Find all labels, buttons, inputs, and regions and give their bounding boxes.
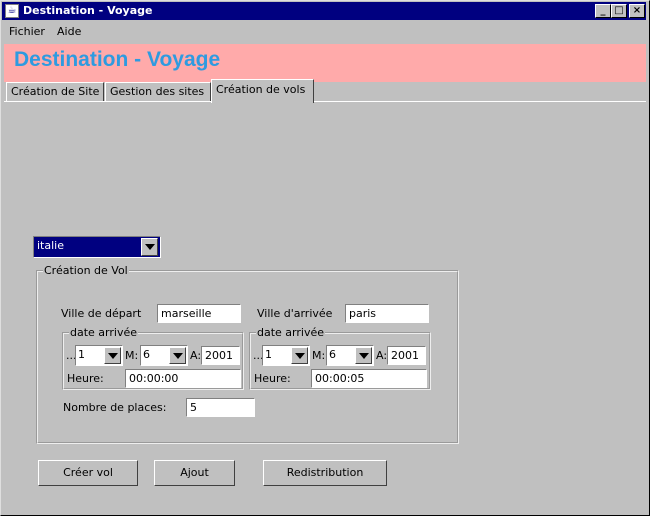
right-year-input[interactable]: 2001 <box>387 346 426 365</box>
chevron-down-icon <box>173 353 183 359</box>
arrival-city-input[interactable]: paris <box>345 304 429 323</box>
left-month-value: 6 <box>143 348 150 361</box>
chevron-down-icon <box>295 353 305 359</box>
chevron-down-icon <box>359 353 369 359</box>
right-day-value: 1 <box>265 348 272 361</box>
header-banner: Destination - Voyage <box>4 44 646 82</box>
flight-group-legend: Création de Vol <box>43 264 129 277</box>
title-bar[interactable]: ☕ Destination - Voyage _ □ × <box>2 2 646 20</box>
left-time-input[interactable]: 00:00:00 <box>125 369 241 388</box>
left-month-dropdown-button[interactable] <box>169 347 186 364</box>
tab-divider <box>4 101 646 102</box>
left-year-input[interactable]: 2001 <box>201 346 240 365</box>
left-time-label: Heure: <box>67 372 104 385</box>
places-input[interactable]: 5 <box>186 398 255 417</box>
menu-bar: Fichier Aide <box>2 22 646 42</box>
right-date-legend: date arrivée <box>256 326 325 339</box>
tab-gestion-sites[interactable]: Gestion des sites <box>105 82 211 102</box>
minimize-icon[interactable]: _ <box>595 4 611 18</box>
right-time-input[interactable]: 00:00:05 <box>311 369 427 388</box>
app-icon: ☕ <box>5 4 19 18</box>
country-select[interactable]: italie <box>33 236 161 258</box>
right-time-label: Heure: <box>254 372 291 385</box>
right-day-select[interactable]: 1 <box>262 345 310 366</box>
add-button[interactable]: Ajout <box>154 460 235 486</box>
right-day-dropdown-button[interactable] <box>291 347 308 364</box>
right-month-value: 6 <box>329 348 336 361</box>
right-month-label: M: <box>312 349 326 362</box>
left-month-label: M: <box>125 349 139 362</box>
page-title: Destination - Voyage <box>14 48 221 71</box>
maximize-icon[interactable]: □ <box>611 4 627 18</box>
left-month-select[interactable]: 6 <box>140 345 188 366</box>
close-icon[interactable]: × <box>629 4 645 18</box>
left-day-select[interactable]: 1 <box>75 345 123 366</box>
chevron-down-icon <box>145 244 155 250</box>
right-month-dropdown-button[interactable] <box>355 347 372 364</box>
menu-aide[interactable]: Aide <box>57 25 81 38</box>
departure-city-input[interactable]: marseille <box>157 304 241 323</box>
country-dropdown-button[interactable] <box>141 238 158 256</box>
left-day-value: 1 <box>78 348 85 361</box>
menu-fichier[interactable]: Fichier <box>9 25 45 38</box>
chevron-down-icon <box>108 353 118 359</box>
places-label: Nombre de places: <box>63 401 167 414</box>
left-date-legend: date arrivée <box>69 326 138 339</box>
right-year-label: A: <box>376 349 388 362</box>
tab-creation-site[interactable]: Création de Site <box>6 82 104 102</box>
arrival-label: Ville d'arrivée <box>257 307 333 320</box>
country-select-value: italie <box>37 239 64 252</box>
redistribution-button[interactable]: Redistribution <box>263 460 387 486</box>
tab-creation-vols[interactable]: Création de vols <box>211 79 314 103</box>
window-title: Destination - Voyage <box>23 4 153 17</box>
create-flight-button[interactable]: Créer vol <box>38 460 138 486</box>
left-day-dropdown-button[interactable] <box>104 347 121 364</box>
right-month-select[interactable]: 6 <box>326 345 374 366</box>
departure-label: Ville de départ <box>61 307 142 320</box>
left-year-label: A: <box>190 349 202 362</box>
